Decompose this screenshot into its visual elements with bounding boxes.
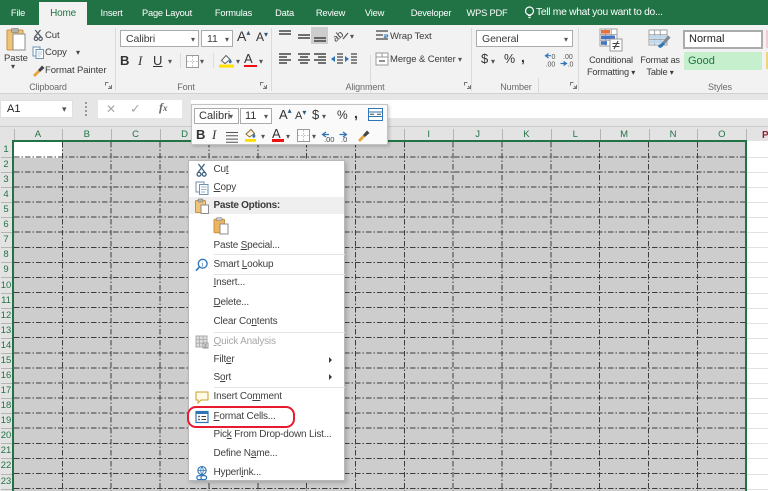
svg-text:.00: .00 xyxy=(546,62,556,68)
svg-text:i: i xyxy=(201,259,203,268)
svg-text:.00: .00 xyxy=(563,54,573,61)
svg-text:0: 0 xyxy=(552,54,556,61)
svg-text:.0: .0 xyxy=(341,135,347,143)
svg-text:ab: ab xyxy=(334,29,346,43)
svg-text:.0: .0 xyxy=(568,62,574,68)
svg-text:.00: .00 xyxy=(324,135,334,143)
